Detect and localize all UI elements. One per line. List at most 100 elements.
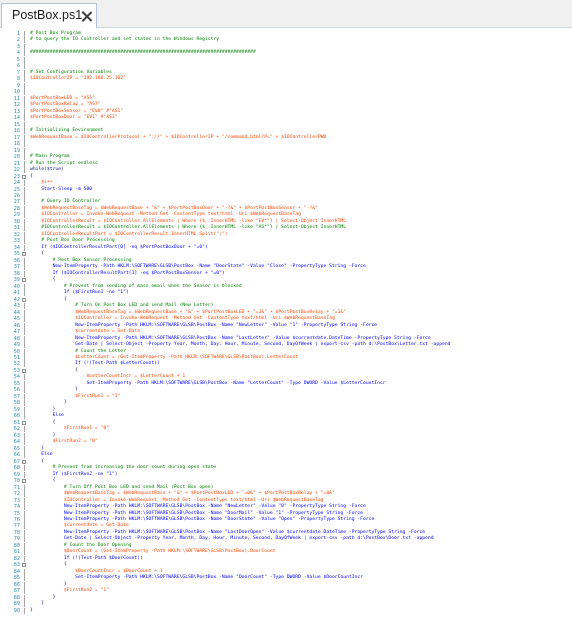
- fold-toggle-icon[interactable]: [22, 479, 26, 484]
- code-line[interactable]: 74 New-ItemProperty -Path HKLM:\SOFTWARE…: [0, 504, 572, 511]
- fold-toggle-icon[interactable]: [22, 278, 26, 283]
- code-line[interactable]: 86 }: [0, 581, 572, 588]
- code-line[interactable]: 50 # Count the Letter: [0, 348, 572, 355]
- code-line[interactable]: 7 # Set Configuration Variables: [0, 69, 572, 76]
- code-line[interactable]: 67 {: [0, 459, 572, 465]
- code-line[interactable]: 38 If ($IOControllerResultPart[1] -eq $P…: [0, 270, 572, 277]
- code-text: # Turn Off Post Box LED and send Mail (P…: [30, 484, 214, 490]
- code-editor[interactable]: 1 # Post Box Program 2 # to query the IO Co…: [0, 28, 572, 622]
- code-text: # Run the Script endless: [30, 160, 98, 166]
- code-line[interactable]: 56 }: [0, 387, 572, 394]
- code-line[interactable]: 69 If ($FirstRun2 -ne "1"): [0, 471, 572, 478]
- code-line[interactable]: 2 # to query the IO Controller and set st…: [0, 37, 572, 44]
- code-line[interactable]: 22 while($true): [0, 167, 572, 174]
- code-line[interactable]: 90}: [0, 607, 572, 614]
- code-line[interactable]: 15: [0, 121, 572, 128]
- code-line[interactable]: 11 $PortPostBoxLED = "AS5": [0, 95, 572, 102]
- code-line[interactable]: 89 }: [0, 601, 572, 608]
- code-line[interactable]: 5: [0, 56, 572, 63]
- code-line[interactable]: 40 # Prevent from sending of mass email …: [0, 283, 572, 290]
- code-line[interactable]: 10: [0, 89, 572, 96]
- tab-postbox[interactable]: PostBox.ps1: [1, 3, 97, 28]
- code-line[interactable]: 30 $IOControllerResult = $IOController.A…: [0, 218, 572, 225]
- code-line[interactable]: 8 $IOControllerIP = "192.168.25.162": [0, 76, 572, 83]
- fold-toggle-icon[interactable]: [22, 459, 26, 464]
- code-line[interactable]: 45 $IOController = Invoke-WebRequest -Me…: [0, 316, 572, 323]
- code-line[interactable]: 60 Else: [0, 413, 572, 420]
- code-line[interactable]: 6: [0, 63, 572, 70]
- code-line[interactable]: 13 $PortPostBoxSensor = "EV0" #"AS1": [0, 108, 572, 115]
- code-line[interactable]: 70 {: [0, 478, 572, 484]
- code-line[interactable]: 24 $i++: [0, 180, 572, 187]
- code-line[interactable]: 57 $FirstRun1 = "1": [0, 393, 572, 400]
- code-line[interactable]: 47 $currentdate = Get-Date: [0, 329, 572, 336]
- code-line[interactable]: 33 # Post Box Door Processing: [0, 238, 572, 245]
- code-line[interactable]: 65 }: [0, 445, 572, 452]
- line-number: 16: [13, 128, 20, 135]
- code-line[interactable]: 63 }: [0, 432, 572, 439]
- code-line[interactable]: 19: [0, 147, 572, 154]
- code-line[interactable]: 39 {: [0, 277, 572, 283]
- code-line[interactable]: 18: [0, 141, 572, 148]
- fold-toggle-icon[interactable]: [22, 420, 26, 425]
- code-line[interactable]: 49 Get-Date | Select-Object -Property Ye…: [0, 342, 572, 349]
- code-line[interactable]: 48 New-ItemProperty -Path HKLM:\SOFTWARE…: [0, 335, 572, 342]
- code-line[interactable]: 20 # Main Program: [0, 154, 572, 161]
- fold-toggle-icon[interactable]: [22, 368, 26, 373]
- code-line[interactable]: 25 Start-Sleep -m 500: [0, 186, 572, 193]
- code-line[interactable]: 23 {: [0, 174, 572, 180]
- code-line[interactable]: 27 # Query IO Controller: [0, 199, 572, 206]
- code-line[interactable]: 55 Set-ItemProperty -Path HKLM:\SOFTWARE…: [0, 380, 572, 387]
- code-line[interactable]: 44 $WebRequestBaseTag = $WebRequestBase …: [0, 309, 572, 316]
- fold-guide: [24, 108, 25, 115]
- code-line[interactable]: 59 }: [0, 406, 572, 413]
- code-line[interactable]: 85 Set-ItemProperty -Path HKLM:\SOFTWARE…: [0, 575, 572, 582]
- line-number: 46: [13, 322, 20, 329]
- code-line[interactable]: 21 # Run the Script endless: [0, 160, 572, 167]
- close-icon[interactable]: [81, 11, 92, 22]
- code-line[interactable]: 41 If ($FirstRun1 -ne "1"): [0, 290, 572, 297]
- code-line[interactable]: 52 If (!(Test-Path $LetterCount)): [0, 361, 572, 368]
- code-line[interactable]: 87 $FirstRun2 = "1": [0, 588, 572, 595]
- line-number: 76: [13, 517, 20, 523]
- code-line[interactable]: 37 New-ItemProperty -Path HKLM:\SOFTWARE…: [0, 264, 572, 271]
- fold-toggle-icon[interactable]: [22, 297, 26, 302]
- code-line[interactable]: 71 # Turn Off Post Box LED and send Mail…: [0, 484, 572, 491]
- fold-toggle-icon[interactable]: [22, 563, 26, 568]
- code-line[interactable]: 35 {: [0, 251, 572, 257]
- code-line[interactable]: 64 $FirstRun2 = "0": [0, 439, 572, 446]
- code-line[interactable]: 12 $PortPostBoxRelay = "AS7": [0, 102, 572, 109]
- code-line[interactable]: 77 $currentdate = Get-Date: [0, 523, 572, 530]
- code-line[interactable]: 68 # Prevent from increasing the door co…: [0, 465, 572, 472]
- code-line[interactable]: 88 }: [0, 594, 572, 601]
- code-line[interactable]: 84 $DoorCountIncr = $DoorCount + 1: [0, 568, 572, 575]
- fold-toggle-icon[interactable]: [22, 174, 26, 179]
- code-line[interactable]: 4 #######################################…: [0, 50, 572, 57]
- code-line[interactable]: 61 {: [0, 420, 572, 426]
- code-line[interactable]: 82 If (!(Test-Path $DoorCount)): [0, 555, 572, 562]
- code-line[interactable]: 46 New-ItemProperty -Path HKLM:\SOFTWARE…: [0, 322, 572, 329]
- code-line[interactable]: 58 }: [0, 400, 572, 407]
- code-line[interactable]: 81 $DoorCount = (Get-ItemProperty -Path …: [0, 549, 572, 556]
- code-line[interactable]: 29 $IOController = Invoke-WebRequest -Me…: [0, 212, 572, 219]
- fold-toggle-icon[interactable]: [22, 252, 26, 257]
- code-line[interactable]: 79 Get-Date | Select-Object -Property Ye…: [0, 536, 572, 543]
- code-line[interactable]: 43 # Turn On Post Box LED and send Mail …: [0, 303, 572, 310]
- code-line[interactable]: 80 # Count the Door Opening: [0, 542, 572, 549]
- code-line[interactable]: 83 {: [0, 562, 572, 568]
- code-line[interactable]: 72 $WebRequestBaseTag = $WebRequestBase …: [0, 491, 572, 498]
- code-line[interactable]: 16 # Initializing Environment: [0, 128, 572, 135]
- code-line[interactable]: 42 {: [0, 297, 572, 303]
- code-line[interactable]: 31 #IOControllerResult = $IOController.A…: [0, 225, 572, 232]
- code-line[interactable]: 14 $PortPostBoxDoor = "EV1" #"AS3": [0, 115, 572, 122]
- code-line[interactable]: 66 Else: [0, 452, 572, 459]
- code-line[interactable]: 36 # Post Box Sensor Processing: [0, 257, 572, 264]
- code-line[interactable]: 34 If ($IOControllerResultPart[0] -eq $P…: [0, 244, 572, 251]
- code-line[interactable]: 62 $FirstRun1 = "0": [0, 426, 572, 433]
- code-line[interactable]: 73 $IOController = Invoke-WebRequest -Me…: [0, 497, 572, 504]
- code-line[interactable]: 75 New-ItemProperty -Path HKLM:\SOFTWARE…: [0, 510, 572, 517]
- code-line[interactable]: 9: [0, 82, 572, 89]
- code-line[interactable]: 54 $LetterCountIncr = $LetterCount + 1: [0, 374, 572, 381]
- code-line[interactable]: 32 $IOControllerResultPart = $IOControll…: [0, 231, 572, 238]
- code-line[interactable]: 17 $WebRequestBase = $IOControllerProtoco…: [0, 134, 572, 141]
